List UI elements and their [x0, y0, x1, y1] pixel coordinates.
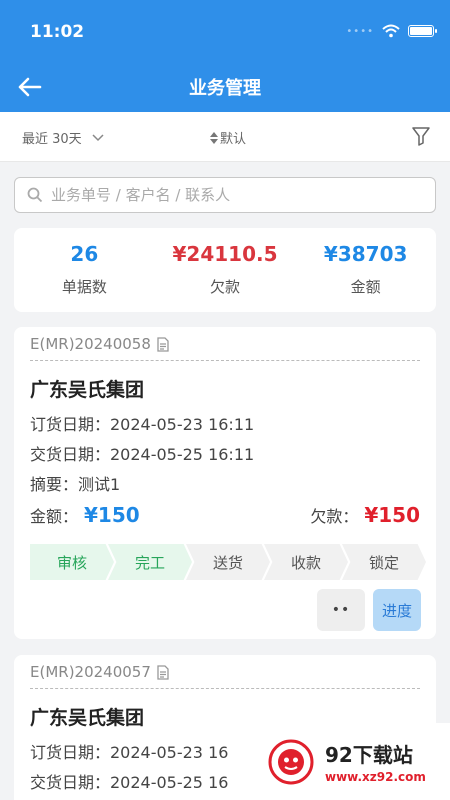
wifi-icon	[382, 24, 400, 38]
stat-count-value: 26	[70, 242, 99, 266]
watermark-title: 92下载站	[325, 743, 413, 767]
progress-steps: 审核 完工 送货 收款 锁定	[30, 544, 426, 580]
delivery-date: 交货日期：2024-05-25 16	[30, 773, 229, 792]
debt-value: ¥150	[364, 503, 420, 527]
watermark-url: www.xz92.com	[325, 770, 426, 784]
site-logo-icon	[268, 739, 314, 784]
order-number-text: E(MR)20240057	[30, 663, 151, 681]
step-lock: 锁定	[342, 544, 426, 580]
divider	[30, 360, 420, 361]
amount: 金额： ¥150	[30, 503, 140, 527]
customer-name: 广东吴氏集团	[30, 707, 145, 729]
filter-icon	[412, 127, 430, 146]
order-date: 订货日期：2024-05-23 16:11	[30, 415, 255, 434]
status-icons: ••••	[346, 24, 437, 38]
order-amounts: 金额： ¥150 欠款： ¥150	[30, 503, 420, 527]
customer-name: 广东吴氏集团	[30, 379, 145, 401]
order-date: 订货日期：2024-05-23 16	[30, 743, 229, 762]
amount-label: 金额：	[30, 507, 79, 526]
document-icon[interactable]	[157, 664, 169, 680]
filter-button[interactable]	[412, 126, 430, 150]
date-range-select[interactable]: 最近 30天	[22, 128, 104, 147]
divider	[30, 688, 420, 689]
status-time: 11:02	[30, 22, 85, 42]
page-title: 业务管理	[189, 78, 261, 99]
chevron-down-icon	[92, 133, 104, 141]
debt-label: 欠款：	[310, 507, 359, 526]
stat-amount-label: 金额	[350, 278, 381, 296]
search-input[interactable]	[51, 186, 411, 204]
stat-debt-label: 欠款	[210, 278, 241, 296]
filter-bar: 最近 30天 默认	[0, 112, 450, 162]
step-audit: 审核	[30, 544, 114, 580]
signal-dots-icon: ••••	[346, 25, 374, 37]
step-delivery: 送货	[186, 544, 270, 580]
order-summary: 摘要：测试1	[30, 475, 121, 494]
sort-label: 默认	[220, 132, 247, 147]
more-button[interactable]: ••	[317, 589, 365, 631]
search-box[interactable]	[14, 177, 436, 213]
document-icon[interactable]	[157, 336, 169, 352]
stat-debt-value: ¥24110.5	[172, 242, 278, 266]
stat-count: 26 单据数	[14, 228, 155, 312]
battery-icon	[408, 25, 437, 37]
app-header: 11:02 •••• 业务管理	[0, 0, 450, 112]
watermark: 92下载站 www.xz92.com	[253, 723, 450, 800]
date-range-label: 最近 30天	[22, 132, 82, 147]
step-complete: 完工	[108, 544, 192, 580]
progress-button[interactable]: 进度	[373, 589, 421, 631]
debt: 欠款： ¥150	[310, 503, 420, 527]
order-card[interactable]: E(MR)20240058 广东吴氏集团 订货日期：2024-05-23 16:…	[14, 327, 436, 639]
order-number-text: E(MR)20240058	[30, 335, 151, 353]
stat-debt: ¥24110.5 欠款	[155, 228, 296, 312]
summary-stats: 26 单据数 ¥24110.5 欠款 ¥38703 金额	[14, 228, 436, 312]
step-payment: 收款	[264, 544, 348, 580]
order-number: E(MR)20240058	[30, 335, 169, 353]
order-number: E(MR)20240057	[30, 663, 169, 681]
sort-select[interactable]: 默认	[210, 128, 246, 147]
stat-count-label: 单据数	[61, 278, 107, 296]
stat-amount: ¥38703 金额	[295, 228, 436, 312]
sort-icon	[210, 131, 218, 144]
search-icon	[27, 187, 43, 203]
stat-amount-value: ¥38703	[323, 242, 408, 266]
watermark-text: 92下载站 www.xz92.com	[325, 739, 426, 784]
amount-value: ¥150	[84, 503, 140, 527]
delivery-date: 交货日期：2024-05-25 16:11	[30, 445, 255, 464]
